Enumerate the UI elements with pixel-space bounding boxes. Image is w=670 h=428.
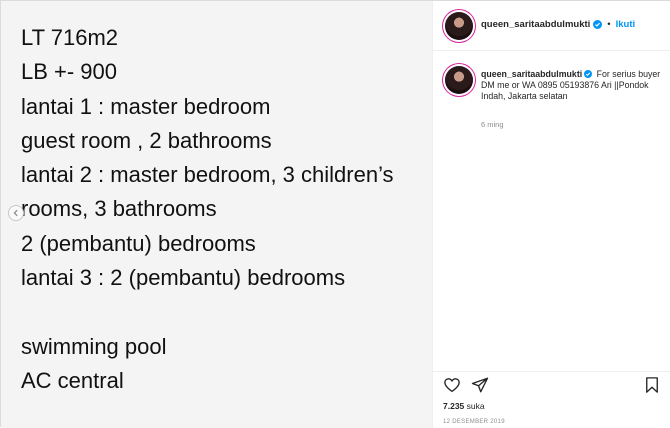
follow-button[interactable]: Ikuti [616,19,636,30]
post-line: lantai 1 : master bedroom [21,93,271,119]
caption-avatar[interactable] [445,66,473,94]
post-line: rooms, 3 bathrooms [21,196,217,222]
share-icon[interactable] [471,376,489,394]
post-line: lantai 2 : master bedroom, 3 children’s [21,162,394,188]
chevron-left-icon [13,209,18,217]
post-line: AC central [21,367,124,393]
header-username-row: queen_saritaabdulmukti • Ikuti [481,19,635,30]
bookmark-icon[interactable] [643,376,661,394]
post-line: guest room , 2 bathrooms [21,127,272,153]
verified-badge-icon [593,20,603,29]
action-bar: 7.235 suka 12 DESEMBER 2019 [433,371,670,428]
post-date[interactable]: 12 DESEMBER 2019 [443,419,505,425]
caption-timestamp[interactable]: 6 ming [481,120,504,129]
likes-count[interactable]: 7.235 suka [443,401,485,411]
caption-username[interactable]: queen_saritaabdulmukti [481,69,582,79]
post-header: queen_saritaabdulmukti • Ikuti [433,1,670,51]
post-dialog: LT 716m2 LB +- 900 lantai 1 : master bed… [0,0,670,428]
likes-label: suka [466,401,485,411]
post-image-text: LT 716m2 LB +- 900 lantai 1 : master bed… [21,21,394,398]
header-username[interactable]: queen_saritaabdulmukti [481,19,590,30]
post-line: swimming pool [21,333,167,359]
heart-icon[interactable] [443,376,461,394]
post-sidebar: queen_saritaabdulmukti • Ikuti queen_sar… [433,1,670,428]
likes-number: 7.235 [443,401,465,411]
post-line: 2 (pembantu) bedrooms [21,230,256,256]
caption-text: queen_saritaabdulmukti For serius buyer … [481,69,661,102]
caption-section: queen_saritaabdulmukti For serius buyer … [433,51,670,371]
separator-dot: • [607,19,611,30]
post-line: LB +- 900 [21,59,118,85]
verified-badge-icon [584,70,593,78]
post-image[interactable]: LT 716m2 LB +- 900 lantai 1 : master bed… [1,1,433,428]
post-line: lantai 3 : 2 (pembantu) bedrooms [21,265,346,291]
post-line: LT 716m2 [21,25,119,50]
post-line [21,295,394,329]
avatar[interactable] [445,12,473,40]
carousel-prev-button[interactable] [8,205,24,221]
